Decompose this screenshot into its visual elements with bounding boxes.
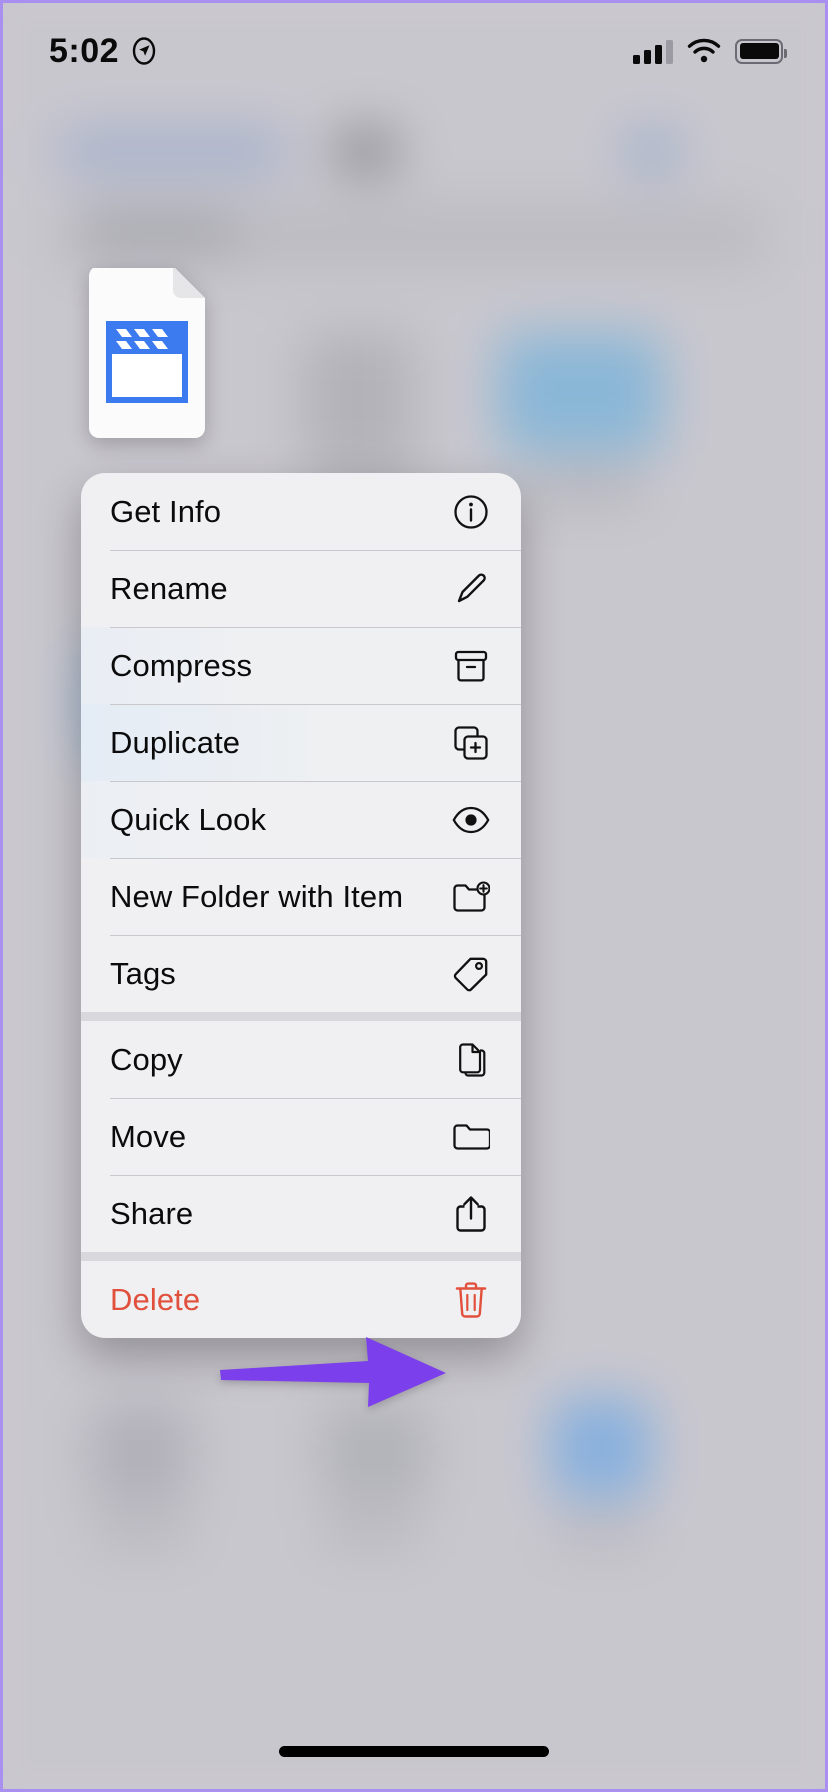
menu-item-duplicate[interactable]: Duplicate: [81, 704, 521, 781]
menu-item-new-folder-with-item[interactable]: New Folder with Item: [81, 858, 521, 935]
tag-icon: [451, 954, 491, 994]
cellular-signal-icon: [633, 38, 673, 64]
context-menu-group-1: Get Info Rename Compress Duplicate Quick…: [81, 473, 521, 1012]
menu-item-delete[interactable]: Delete: [81, 1261, 521, 1338]
menu-item-copy[interactable]: Copy: [81, 1021, 521, 1098]
folder-plus-icon: [451, 877, 491, 917]
context-menu-group-2: Copy Move Share: [81, 1012, 521, 1252]
context-menu-group-3: Delete: [81, 1252, 521, 1338]
menu-item-quick-look[interactable]: Quick Look: [81, 781, 521, 858]
menu-item-label: Share: [110, 1195, 194, 1231]
copy-documents-icon: [451, 1040, 491, 1080]
video-file-icon[interactable]: [83, 268, 211, 438]
menu-item-move[interactable]: Move: [81, 1098, 521, 1175]
wifi-icon: [687, 38, 721, 63]
menu-item-label: New Folder with Item: [110, 878, 404, 914]
trash-icon: [451, 1280, 491, 1320]
duplicate-icon: [451, 723, 491, 763]
menu-item-tags[interactable]: Tags: [81, 935, 521, 1012]
menu-item-get-info[interactable]: Get Info: [81, 473, 521, 550]
home-indicator: [279, 1746, 549, 1757]
location-arrow-icon: [132, 37, 156, 65]
menu-item-compress[interactable]: Compress: [81, 627, 521, 704]
menu-item-label: Delete: [110, 1281, 201, 1317]
menu-item-rename[interactable]: Rename: [81, 550, 521, 627]
menu-item-label: Rename: [110, 570, 228, 606]
phone-screen-frame: 5:02 Get Info Rename Compress Duplicate …: [0, 0, 828, 1792]
status-bar: 5:02: [3, 3, 825, 99]
battery-full-icon: [735, 38, 787, 64]
pencil-icon: [451, 569, 491, 609]
menu-item-label: Copy: [110, 1041, 183, 1077]
eye-icon: [451, 800, 491, 840]
menu-item-label: Get Info: [110, 493, 222, 529]
status-bar-clock: 5:02: [49, 31, 120, 70]
menu-item-share[interactable]: Share: [81, 1175, 521, 1252]
menu-item-label: Move: [110, 1118, 187, 1154]
context-menu: Get Info Rename Compress Duplicate Quick…: [81, 473, 521, 1338]
info-circle-icon: [451, 492, 491, 532]
archivebox-icon: [451, 646, 491, 686]
folder-icon: [451, 1117, 491, 1157]
menu-item-label: Compress: [110, 647, 253, 683]
share-square-icon: [451, 1194, 491, 1234]
menu-item-label: Quick Look: [110, 801, 267, 837]
menu-item-label: Tags: [110, 955, 176, 991]
menu-item-label: Duplicate: [110, 724, 241, 760]
